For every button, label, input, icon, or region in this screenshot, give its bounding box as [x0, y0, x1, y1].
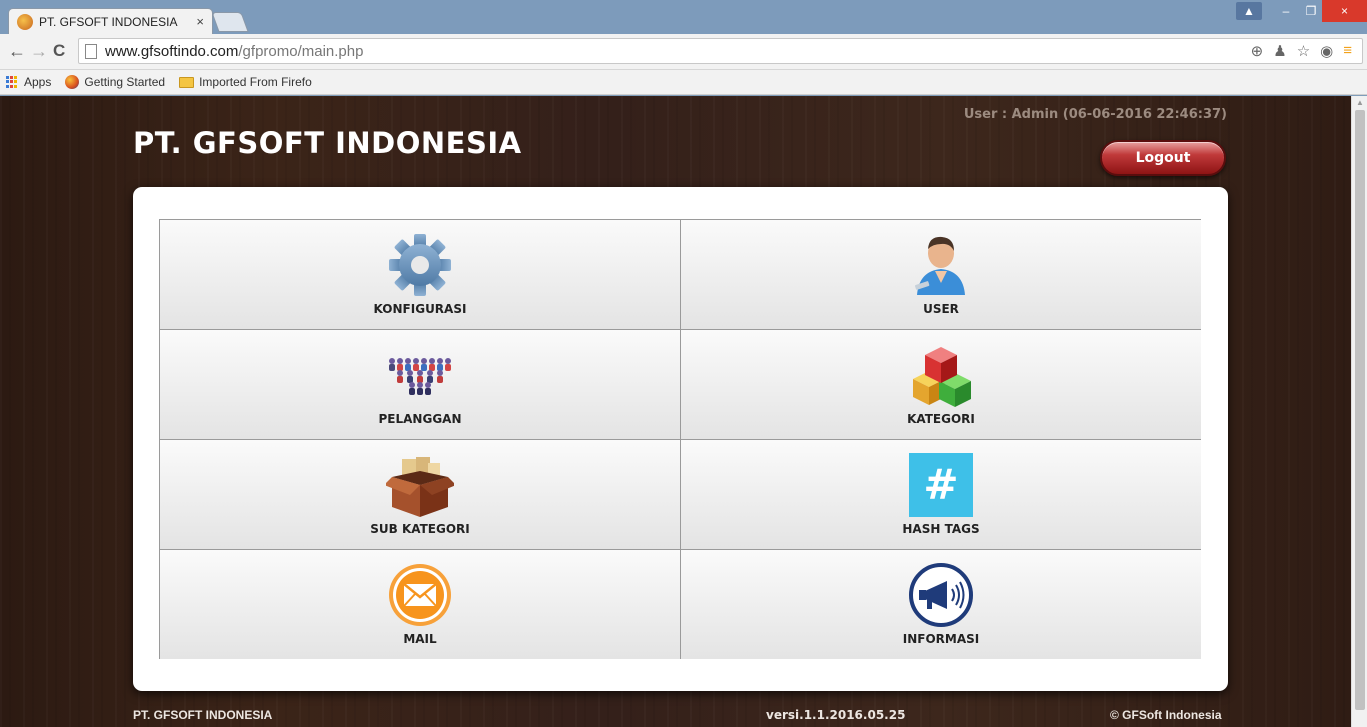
menu-tile-informasi[interactable]: INFORMASI	[681, 550, 1201, 659]
bookmarks-bar: Apps Getting Started Imported From Firef…	[0, 70, 1367, 95]
address-bar[interactable]: www.gfsoftindo.com/gfpromo/main.php ⊕ ♟ …	[78, 38, 1363, 64]
gear-icon	[389, 234, 451, 296]
page-scrollbar[interactable]: ▲	[1351, 96, 1367, 727]
url-domain: www.gfsoftindo.com	[105, 43, 239, 60]
footer-version: versi.1.1.2016.05.25	[766, 708, 906, 722]
page-title: PT. GFSOFT INDONESIA	[133, 126, 522, 160]
tab-title: PT. GFSOFT INDONESIA	[39, 14, 178, 29]
menu-label: USER	[923, 302, 959, 316]
bookmark-apps[interactable]: Apps	[6, 75, 51, 89]
menu-label: SUB KATEGORI	[370, 522, 470, 536]
menu-tile-hash-tags[interactable]: # HASH TAGS	[681, 440, 1201, 549]
minimize-button[interactable]: –	[1274, 0, 1298, 22]
menu-label: MAIL	[403, 632, 437, 646]
back-arrow-icon[interactable]: ←	[8, 42, 26, 60]
menu-label: KATEGORI	[907, 412, 975, 426]
footer-copyright: © GFSoft Indonesia	[1110, 708, 1222, 722]
open-box-icon	[386, 457, 454, 517]
menu-tile-sub-kategori[interactable]: SUB KATEGORI	[160, 440, 680, 549]
browser-toolbar: ← → C www.gfsoftindo.com/gfpromo/main.ph…	[0, 34, 1367, 70]
url-path: /gfpromo/main.php	[238, 43, 364, 60]
browser-titlebar: PT. GFSOFT INDONESIA × ▲ – ❐ ×	[0, 0, 1367, 34]
new-tab-button[interactable]	[211, 12, 249, 32]
scroll-up-icon[interactable]: ▲	[1356, 98, 1364, 107]
boxes-icon	[913, 347, 971, 407]
mail-icon	[389, 564, 451, 626]
footer-company: PT. GFSOFT INDONESIA	[133, 708, 273, 722]
menu-panel: KONFIGURASI USER PELANGGAN KATEGORI SUB …	[133, 187, 1228, 691]
bookmark-getting-started[interactable]: Getting Started	[65, 75, 165, 89]
folder-icon	[179, 76, 195, 88]
menu-tile-pelanggan[interactable]: PELANGGAN	[160, 330, 680, 439]
menu-grid: KONFIGURASI USER PELANGGAN KATEGORI SUB …	[159, 219, 1201, 659]
hashtag-symbol: #	[923, 460, 958, 509]
browser-menu-icon[interactable]: ≡	[1343, 42, 1352, 60]
customers-icon	[389, 358, 451, 395]
firefox-icon	[65, 75, 80, 89]
close-window-button[interactable]: ×	[1322, 0, 1367, 22]
page-content: User : Admin (06-06-2016 22:46:37) PT. G…	[0, 96, 1351, 727]
menu-tile-kategori[interactable]: KATEGORI	[681, 330, 1201, 439]
bookmark-label: Imported From Firefo	[199, 75, 312, 89]
bookmark-label: Getting Started	[84, 75, 166, 89]
zoom-icon[interactable]: ⊕	[1251, 42, 1264, 60]
menu-label: PELANGGAN	[378, 412, 462, 426]
menu-label: KONFIGURASI	[373, 302, 467, 316]
omnibox-icons: ⊕ ♟ ☆ ◉ ≡	[1251, 42, 1352, 60]
maximize-button[interactable]: ❐	[1298, 0, 1324, 22]
menu-tile-konfigurasi[interactable]: KONFIGURASI	[160, 220, 680, 329]
apps-grid-icon	[6, 75, 19, 89]
scroll-thumb[interactable]	[1355, 110, 1365, 710]
menu-label: INFORMASI	[902, 632, 980, 646]
profile-icon[interactable]: ▲	[1236, 2, 1262, 20]
site-favicon-icon	[17, 13, 33, 30]
tab-close-icon[interactable]: ×	[196, 14, 204, 29]
key-icon[interactable]: ♟	[1273, 42, 1286, 60]
menu-label: HASH TAGS	[902, 522, 980, 536]
hashtag-icon: #	[909, 453, 973, 517]
user-icon	[914, 236, 965, 295]
user-info: User : Admin (06-06-2016 22:46:37)	[963, 107, 1227, 122]
extension-icon[interactable]: ◉	[1320, 42, 1333, 60]
menu-tile-mail[interactable]: MAIL	[160, 550, 680, 659]
forward-arrow-icon[interactable]: →	[30, 42, 48, 60]
megaphone-icon	[909, 563, 973, 627]
url-text[interactable]: www.gfsoftindo.com/gfpromo/main.php	[105, 43, 363, 60]
logout-button[interactable]: Logout	[1100, 140, 1226, 176]
bookmark-star-icon[interactable]: ☆	[1297, 42, 1310, 60]
reload-icon[interactable]: C	[53, 42, 65, 60]
bookmark-label: Apps	[24, 75, 52, 89]
page-icon	[85, 44, 97, 59]
bookmark-imported[interactable]: Imported From Firefo	[179, 75, 312, 89]
menu-tile-user[interactable]: USER	[681, 220, 1201, 329]
browser-tab[interactable]: PT. GFSOFT INDONESIA ×	[8, 8, 213, 34]
